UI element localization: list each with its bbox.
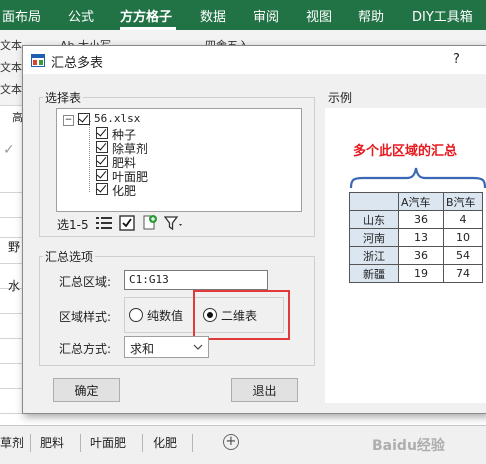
help-icon[interactable]: ? xyxy=(453,52,460,67)
tree-item-checkbox[interactable] xyxy=(96,141,108,153)
confirm-icon[interactable]: ✓ xyxy=(3,142,15,158)
list-icon[interactable] xyxy=(96,216,112,230)
tree-item-checkbox[interactable] xyxy=(96,155,108,167)
exit-button[interactable]: 退出 xyxy=(231,378,298,402)
tab-review[interactable]: 审阅 xyxy=(253,6,279,25)
add-sheet-icon[interactable]: + xyxy=(223,434,239,450)
dialog-titlebar[interactable]: 汇总多表 ? xyxy=(23,46,486,74)
summarize-tables-dialog: 汇总多表 ? 选择表 − 56.xlsx 种子 除草剂 肥料 叶面肥 化肥 选1… xyxy=(22,45,486,414)
app-icon xyxy=(31,54,45,67)
example-row-header: 浙江 xyxy=(349,246,399,265)
add-sheet-file-icon[interactable] xyxy=(142,214,158,231)
region-input[interactable]: C1:G13 xyxy=(124,270,268,290)
tree-item-checkbox[interactable] xyxy=(96,183,108,195)
highlight-box xyxy=(193,290,290,340)
tree-item-label[interactable]: 化肥 xyxy=(112,182,136,199)
tree-root-label[interactable]: 56.xlsx xyxy=(94,112,140,125)
sheet-tab-chemical-fertilizer[interactable]: 化肥 xyxy=(153,434,177,451)
example-cell: 36 xyxy=(398,210,444,229)
chevron-down-icon xyxy=(193,344,203,350)
example-cell: 4 xyxy=(443,210,483,229)
ribbon-fragment-text-3[interactable]: 文本 xyxy=(0,81,22,97)
example-cell: 54 xyxy=(443,246,483,265)
ribbon-tab-bar: 面布局 公式 方方格子 数据 审阅 视图 帮助 DIY工具箱 xyxy=(0,0,486,30)
tab-fangfang-grid[interactable]: 方方格子 xyxy=(120,6,172,25)
example-row-header: 山东 xyxy=(349,210,399,229)
select-table-label: 选择表 xyxy=(43,89,84,106)
example-header-cell: B汽车 xyxy=(443,192,483,211)
dialog-title: 汇总多表 xyxy=(51,56,104,71)
check-all-icon[interactable] xyxy=(119,215,135,231)
tree-item-checkbox[interactable] xyxy=(96,169,108,181)
region-label: 汇总区域: xyxy=(59,275,112,289)
table-tree[interactable]: − 56.xlsx 种子 除草剂 肥料 叶面肥 化肥 xyxy=(56,108,302,212)
region-input-value: C1:G13 xyxy=(129,273,169,286)
example-cell: 10 xyxy=(443,228,483,247)
tree-item-checkbox[interactable] xyxy=(96,127,108,139)
brace-icon xyxy=(349,167,486,189)
style-option-numeric-label[interactable]: 纯数值 xyxy=(147,307,183,324)
ribbon-fragment-text-2[interactable]: 文本 xyxy=(0,59,22,75)
ribbon-fragment-text[interactable]: 文本 xyxy=(0,37,22,53)
example-cell: 74 xyxy=(443,264,483,283)
tab-page-layout[interactable]: 面布局 xyxy=(2,6,41,25)
tab-help[interactable]: 帮助 xyxy=(358,6,384,25)
tab-diy-toolbox[interactable]: DIY工具箱 xyxy=(412,6,473,25)
example-header-cell: A汽车 xyxy=(398,192,444,211)
example-cell: 19 xyxy=(398,264,444,283)
tab-formulas[interactable]: 公式 xyxy=(68,6,94,25)
ok-button[interactable]: 确定 xyxy=(53,378,120,402)
cell-text[interactable]: 水 xyxy=(8,277,20,294)
sheet-tab-foliar-fertilizer[interactable]: 叶面肥 xyxy=(90,434,126,451)
example-cell: 13 xyxy=(398,228,444,247)
sheet-tab-herbicide[interactable]: 草剂 xyxy=(0,434,24,451)
example-label: 示例 xyxy=(326,89,355,106)
method-select[interactable]: 求和 xyxy=(124,336,209,358)
example-panel: 多个此区域的汇总 A汽车 B汽车 山东 36 4 河南 13 10 浙江 36 xyxy=(325,108,486,403)
example-header-cell xyxy=(349,192,399,211)
style-label: 区域样式: xyxy=(59,310,112,324)
tab-view[interactable]: 视图 xyxy=(306,6,332,25)
example-row-header: 新疆 xyxy=(349,264,399,283)
example-title: 多个此区域的汇总 xyxy=(353,144,458,159)
select-range-button[interactable]: 选1-5 xyxy=(57,216,89,233)
collapse-icon[interactable]: − xyxy=(63,115,74,126)
method-select-value: 求和 xyxy=(130,342,155,356)
example-cell: 36 xyxy=(398,246,444,265)
sheet-tab-fertilizer[interactable]: 肥料 xyxy=(40,434,64,451)
example-table: A汽车 B汽车 山东 36 4 河南 13 10 浙江 36 54 新疆 19 xyxy=(349,192,483,283)
watermark: Baidu经验 xyxy=(372,438,445,454)
tree-root-checkbox[interactable] xyxy=(78,113,90,125)
filter-icon[interactable] xyxy=(164,215,186,231)
tab-data[interactable]: 数据 xyxy=(200,6,226,25)
sheet-tab-bar: 草剂 肥料 叶面肥 化肥 + Baidu经验 xyxy=(0,425,486,464)
method-label: 汇总方式: xyxy=(59,342,112,356)
style-radio-numeric[interactable] xyxy=(129,308,143,322)
options-label: 汇总选项 xyxy=(43,248,96,265)
cell-text[interactable]: 野 xyxy=(8,238,20,255)
example-row-header: 河南 xyxy=(349,228,399,247)
